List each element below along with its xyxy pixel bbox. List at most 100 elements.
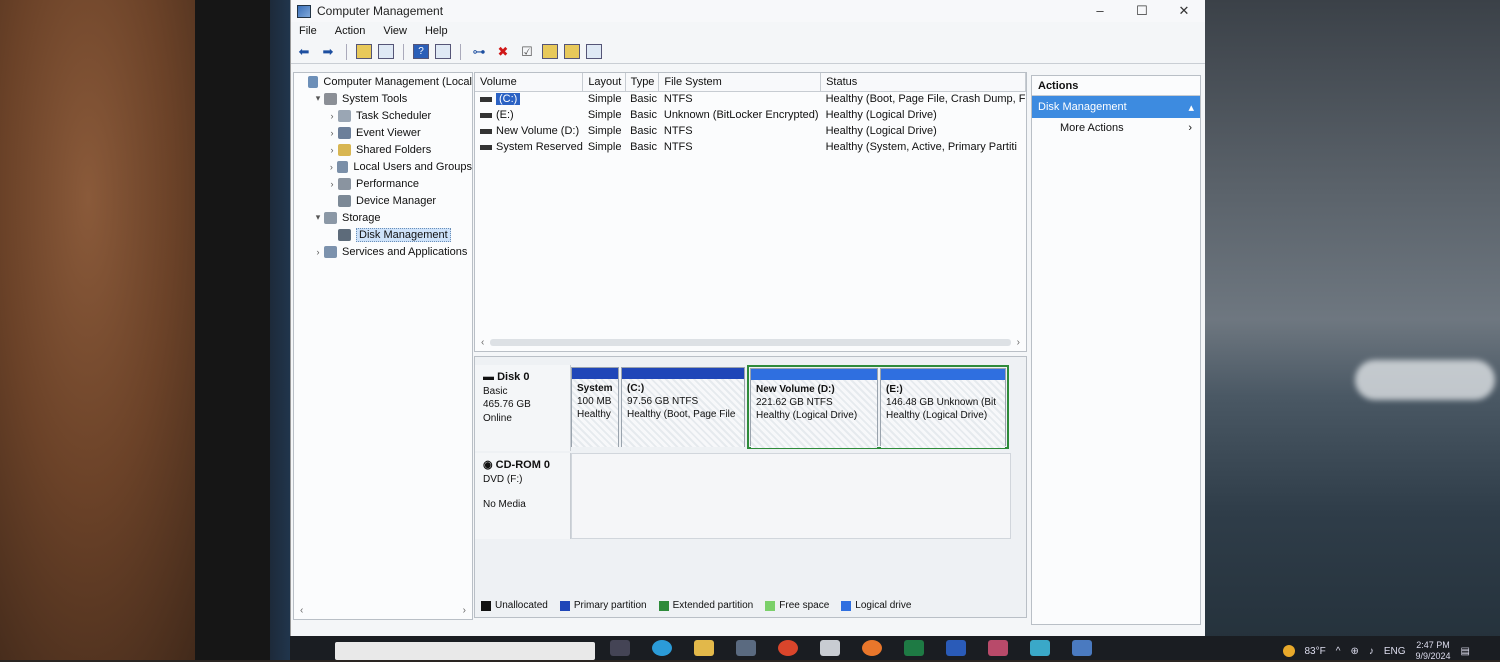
close-button[interactable]: ✕ [1163, 3, 1205, 19]
tree-item-label: Storage [342, 211, 381, 224]
expand-toggle-icon[interactable]: › [326, 162, 337, 172]
column-volume[interactable]: Volume [475, 73, 584, 92]
network-icon[interactable]: ⊕ [1350, 646, 1358, 657]
tree-item[interactable]: Computer Management (Local [294, 73, 472, 90]
expand-toggle-icon[interactable]: › [326, 111, 338, 121]
weather-icon[interactable] [1282, 645, 1295, 657]
partition-d[interactable]: New Volume (D:) 221.62 GB NTFS Healthy (Lo… [750, 368, 878, 448]
expand-toggle-icon[interactable]: › [326, 179, 338, 189]
computer-management-task-icon[interactable] [1072, 640, 1092, 656]
disk-0-info[interactable]: ▬ Disk 0 Basic 465.76 GB Online [475, 365, 571, 451]
cell-layout: Simple [587, 141, 622, 153]
view-icon[interactable] [586, 44, 602, 59]
volume-row[interactable]: (E:) Simple Basic Unknown (BitLocker Encryp… [475, 107, 1026, 123]
excel-icon[interactable] [904, 640, 924, 656]
disk-graphical-view: ▬ Disk 0 Basic 465.76 GB Online System 10… [474, 356, 1027, 618]
app-icon[interactable] [1030, 640, 1050, 656]
temperature[interactable]: 83°F [1305, 646, 1326, 657]
tree-item[interactable]: › Shared Folders [294, 141, 472, 158]
cell-file-system: NTFS [663, 125, 693, 137]
tree-item[interactable]: › Local Users and Groups [294, 158, 472, 175]
forward-arrow-icon[interactable]: ➡ [319, 43, 337, 61]
tree-item[interactable]: › Event Viewer [294, 124, 472, 141]
expand-toggle-icon[interactable]: ▾ [312, 212, 324, 223]
expand-toggle-icon[interactable]: › [326, 128, 338, 138]
legend-label: Extended partition [672, 600, 754, 611]
action-more-actions[interactable]: More Actions › [1032, 118, 1200, 138]
store-icon[interactable] [736, 640, 756, 656]
menu-help[interactable]: Help [425, 25, 448, 37]
tree-item[interactable]: › Services and Applications [294, 243, 472, 260]
task-view-icon[interactable] [610, 640, 630, 656]
column-type[interactable]: Type [625, 73, 660, 92]
partition-system-reserved[interactable]: System 100 MB Healthy [571, 367, 619, 447]
volume-row[interactable]: System Reserved Simple Basic NTFS Healthy (S… [475, 139, 1026, 155]
show-hide-tree-icon[interactable] [378, 44, 394, 59]
menu-action[interactable]: Action [335, 25, 366, 37]
chevron-up-icon[interactable]: ^ [1336, 646, 1341, 657]
taskbar-search-input[interactable] [335, 642, 595, 660]
clock[interactable]: 2:47 PM 9/9/2024 [1416, 640, 1451, 662]
help-icon[interactable]: ? [413, 44, 429, 59]
expand-toggle-icon[interactable]: › [326, 145, 338, 155]
cell-status: Healthy (Boot, Page File, Crash Dump, F [825, 93, 1026, 106]
app-icon[interactable] [988, 640, 1008, 656]
navigation-tree: Computer Management (Local ▾ System Tools ›… [293, 72, 473, 620]
mail-icon[interactable] [820, 640, 840, 656]
notification-icon[interactable]: ▤ [1461, 646, 1470, 657]
volume-list-header: Volume Layout Type File System Status [475, 73, 1026, 92]
connect-icon[interactable]: ⊶ [470, 43, 488, 61]
minimize-button[interactable]: – [1079, 3, 1121, 19]
tree-item[interactable]: › Performance [294, 175, 472, 192]
scroll-right-icon[interactable]: › [1017, 337, 1020, 348]
scroll-thumb[interactable] [490, 338, 1011, 346]
column-status[interactable]: Status [820, 73, 1026, 92]
edge-icon[interactable] [652, 640, 672, 656]
tree-node-icon [324, 211, 337, 224]
cdrom-0-info[interactable]: ◉ CD-ROM 0 DVD (F:) No Media [475, 453, 571, 539]
scroll-left-icon[interactable]: ‹ [481, 337, 484, 348]
column-file-system[interactable]: File System [658, 73, 822, 92]
scroll-left-icon[interactable]: ‹ [300, 605, 303, 619]
legend-swatch [559, 600, 570, 611]
language-indicator[interactable]: ENG [1384, 646, 1406, 657]
back-arrow-icon[interactable]: ⬅ [295, 43, 313, 61]
expand-toggle-icon[interactable]: ▾ [312, 93, 324, 104]
partition-e[interactable]: (E:) 146.48 GB Unknown (Bit Healthy (Logic… [880, 368, 1006, 448]
maximize-button[interactable]: ☐ [1121, 3, 1163, 19]
up-folder-icon[interactable] [356, 44, 372, 59]
volume-row[interactable]: (C:) Simple Basic NTFS Healthy (Boot, Page F… [475, 91, 1026, 107]
check-icon[interactable]: ☑ [518, 43, 536, 61]
chrome-icon[interactable] [778, 640, 798, 656]
legend-label: Unallocated [495, 600, 548, 611]
taskbar: 83°F ^ ⊕ ♪ ENG 2:47 PM 9/9/2024 ▤ [290, 636, 1500, 662]
properties-icon[interactable] [435, 44, 451, 59]
expand-toggle-icon[interactable]: › [312, 247, 324, 257]
word-icon[interactable] [946, 640, 966, 656]
tree-item[interactable]: Device Manager [294, 192, 472, 209]
tree-item-label: Local Users and Groups [353, 160, 472, 173]
menu-view[interactable]: View [383, 25, 407, 37]
volume-row[interactable]: New Volume (D:) Simple Basic NTFS Healthy (L… [475, 123, 1026, 139]
file-explorer-icon[interactable] [694, 640, 714, 656]
partition-c[interactable]: (C:) 97.56 GB NTFS Healthy (Boot, Page Fil… [621, 367, 745, 447]
volume-icon[interactable]: ♪ [1369, 646, 1374, 657]
collapse-icon[interactable]: ▴ [1188, 101, 1194, 114]
scroll-right-icon[interactable]: › [463, 605, 466, 619]
cell-type: Basic [630, 109, 657, 121]
tree-item[interactable]: Disk Management [294, 226, 472, 243]
tree-item[interactable]: ▾ Storage [294, 209, 472, 226]
tree-item[interactable]: ▾ System Tools [294, 90, 472, 107]
tree-hscroll[interactable]: ‹ › [294, 605, 472, 619]
open-icon[interactable] [542, 44, 558, 59]
search-icon[interactable] [564, 44, 580, 59]
cdrom-0-area[interactable] [571, 453, 1011, 539]
volume-list-hscroll[interactable]: ‹ › [475, 335, 1026, 349]
firefox-icon[interactable] [862, 640, 882, 656]
taskbar-apps [610, 640, 1092, 656]
tree-item[interactable]: › Task Scheduler [294, 107, 472, 124]
delete-icon[interactable]: ✖ [494, 43, 512, 61]
menu-file[interactable]: File [299, 25, 317, 37]
column-layout[interactable]: Layout [582, 73, 626, 92]
actions-group-disk-management[interactable]: Disk Management ▴ [1032, 96, 1200, 118]
